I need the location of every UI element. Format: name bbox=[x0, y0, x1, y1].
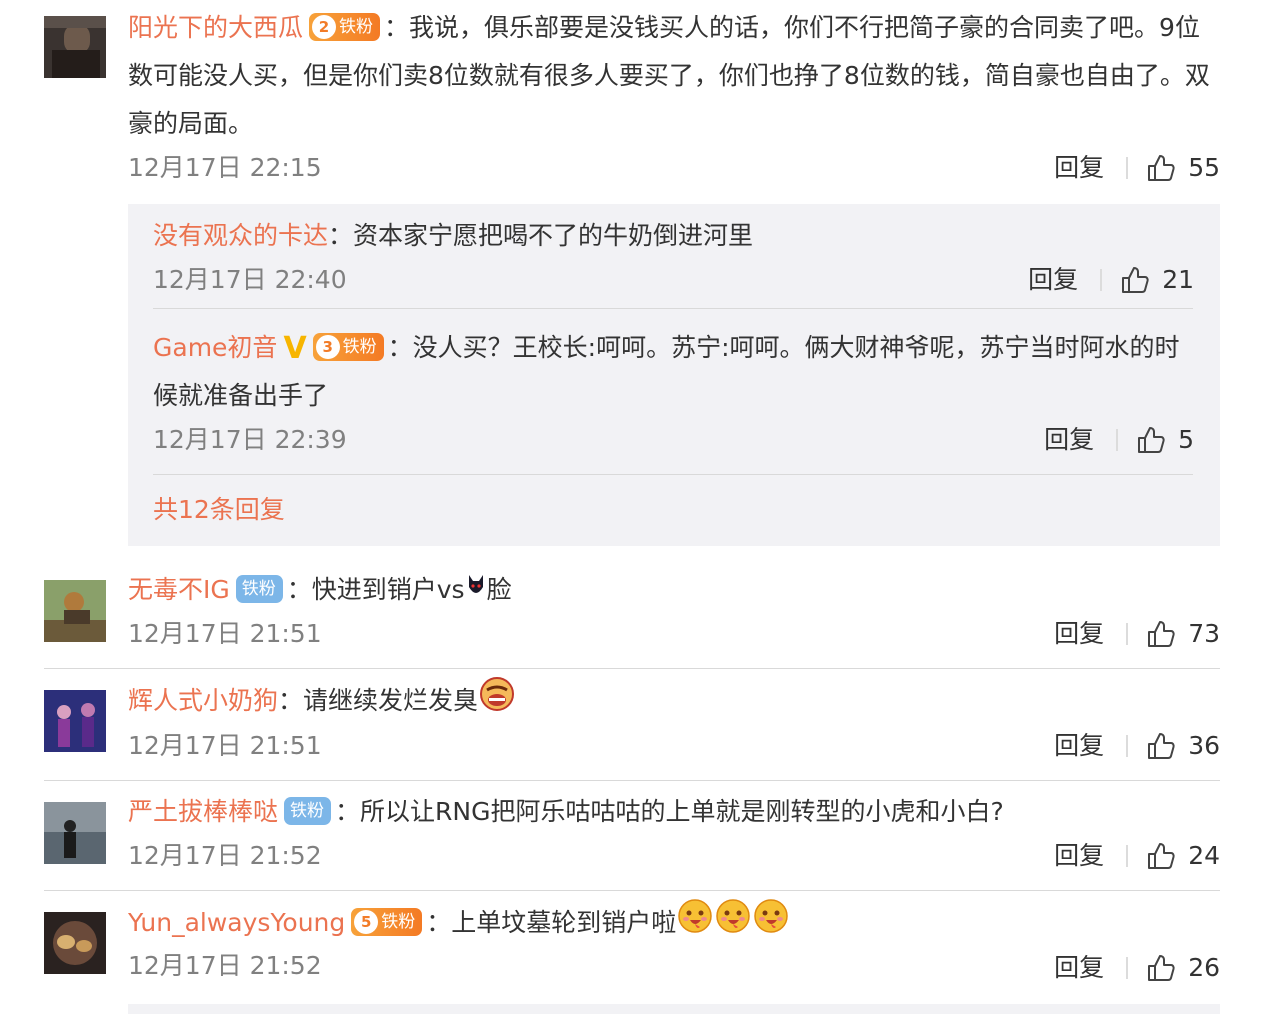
avatar[interactable] bbox=[44, 580, 106, 642]
like-count: 55 bbox=[1188, 153, 1220, 182]
reply-button[interactable]: 回复 bbox=[1054, 150, 1104, 186]
divider bbox=[1100, 269, 1103, 291]
divider bbox=[1116, 429, 1119, 451]
username-link[interactable]: 无毒不IG bbox=[128, 575, 230, 604]
like-button[interactable]: 36 bbox=[1146, 728, 1220, 764]
fan-badge[interactable]: 3 铁粉 bbox=[312, 333, 384, 361]
laugh-emoji bbox=[753, 898, 789, 950]
thumbs-up-icon bbox=[1148, 155, 1175, 181]
like-button[interactable]: 73 bbox=[1146, 616, 1220, 652]
reply-time: 12月17日 22:39 bbox=[153, 425, 347, 454]
reply-button[interactable]: 回复 bbox=[1044, 422, 1094, 458]
comment-time: 12月17日 21:51 bbox=[128, 731, 322, 760]
comment-divider bbox=[44, 668, 1220, 669]
comment-divider bbox=[44, 890, 1220, 891]
fan-badge[interactable]: 2 铁粉 bbox=[309, 13, 381, 41]
divider bbox=[1126, 957, 1129, 979]
like-count: 36 bbox=[1188, 731, 1220, 760]
like-button[interactable]: 5 bbox=[1136, 422, 1194, 458]
like-button[interactable]: 24 bbox=[1146, 838, 1220, 874]
like-button[interactable]: 55 bbox=[1146, 150, 1220, 186]
username-link[interactable]: Game初音 bbox=[153, 333, 277, 362]
like-count: 24 bbox=[1188, 841, 1220, 870]
laugh-emoji bbox=[715, 898, 751, 950]
reply-time: 12月17日 22:40 bbox=[153, 265, 347, 294]
like-count: 26 bbox=[1188, 953, 1220, 982]
comment-text: 无毒不IG 铁粉 ：快进到销户vs 脸 bbox=[128, 566, 512, 615]
like-count: 73 bbox=[1188, 619, 1220, 648]
iron-fan-badge[interactable]: 铁粉 bbox=[284, 797, 332, 825]
like-count: 21 bbox=[1162, 265, 1194, 294]
comment-text: 严土拔棒棒哒 铁粉 ：所以让RNG把阿乐咕咕咕的上单就是刚转型的小虎和小白? bbox=[128, 797, 1004, 826]
avatar[interactable] bbox=[44, 16, 106, 78]
divider bbox=[1126, 623, 1129, 645]
comment-time: 12月17日 21:51 bbox=[128, 619, 322, 648]
fan-badge[interactable]: 5 铁粉 bbox=[351, 908, 423, 936]
avatar[interactable] bbox=[44, 690, 106, 752]
verified-v-icon: V bbox=[283, 331, 307, 366]
username-link[interactable]: 严土拔棒棒哒 bbox=[128, 797, 278, 826]
reply-button[interactable]: 回复 bbox=[1054, 728, 1104, 764]
reply-button[interactable]: 回复 bbox=[1054, 616, 1104, 652]
thumbs-up-icon bbox=[1122, 267, 1149, 293]
comment-actions: 回复 24 bbox=[1054, 838, 1220, 874]
comment-actions: 回复 73 bbox=[1054, 616, 1220, 652]
thumbs-up-icon bbox=[1148, 843, 1175, 869]
comment-actions: 回复 55 bbox=[1054, 150, 1220, 186]
comment-text: 辉人式小奶狗：请继续发烂发臭 bbox=[128, 676, 516, 728]
comment-text: Yun_alwaysYoung 5 铁粉 ：上单坟墓轮到销户啦 bbox=[128, 898, 790, 950]
reply-divider bbox=[153, 474, 1193, 475]
reply-button[interactable]: 回复 bbox=[1054, 838, 1104, 874]
reply-button[interactable]: 回复 bbox=[1054, 950, 1104, 986]
comment-actions: 回复 36 bbox=[1054, 728, 1220, 764]
avatar[interactable] bbox=[44, 802, 106, 864]
comment-actions: 回复 26 bbox=[1054, 950, 1220, 986]
comment-time: 12月17日 22:15 bbox=[128, 153, 322, 182]
divider bbox=[1126, 157, 1129, 179]
comment-divider bbox=[44, 780, 1220, 781]
reply-text: Game初音 V 3 铁粉 ：没人买？王校长:呵呵。苏宁:呵呵。俩大财神爷呢，苏宁当时阿… bbox=[153, 331, 1180, 366]
thumbs-up-icon bbox=[1148, 733, 1175, 759]
thumbs-up-icon bbox=[1148, 621, 1175, 647]
more-replies-link[interactable]: 共12条回复 bbox=[153, 492, 285, 528]
vomit-emoji bbox=[479, 676, 515, 728]
avatar[interactable] bbox=[44, 912, 106, 974]
comment-text-line: 豪的局面。 bbox=[128, 109, 254, 138]
reply-actions: 回复 5 bbox=[1044, 422, 1194, 458]
comment-text: 阳光下的大西瓜 2 铁粉 ：我说，俱乐部要是没钱买人的话，你们不行把简子豪的合同卖了吧… bbox=[128, 13, 1200, 42]
like-button[interactable]: 26 bbox=[1146, 950, 1220, 986]
divider bbox=[1126, 735, 1129, 757]
username-link[interactable]: Yun_alwaysYoung bbox=[128, 908, 345, 937]
thumbs-up-icon bbox=[1148, 955, 1175, 981]
thumbs-up-icon bbox=[1138, 427, 1165, 453]
comment-time: 12月17日 21:52 bbox=[128, 841, 322, 870]
reply-actions: 回复 21 bbox=[1028, 262, 1194, 298]
iron-fan-badge[interactable]: 铁粉 bbox=[235, 575, 283, 603]
next-reply-box-edge bbox=[128, 1004, 1220, 1014]
comment-time: 12月17日 21:52 bbox=[128, 951, 322, 980]
reply-divider bbox=[153, 308, 1193, 309]
comment-text-line: 数可能没人买，但是你们卖8位数就有很多人要买了，你们也挣了8位数的钱，简自豪也自… bbox=[128, 61, 1210, 90]
reply-button[interactable]: 回复 bbox=[1028, 262, 1078, 298]
username-link[interactable]: 阳光下的大西瓜 bbox=[128, 13, 303, 42]
username-link[interactable]: 没有观众的卡达 bbox=[153, 221, 328, 250]
reply-text-line: 候就准备出手了 bbox=[153, 381, 329, 410]
reply-text: 没有观众的卡达：资本家宁愿把喝不了的牛奶倒进河里 bbox=[153, 221, 754, 250]
like-button[interactable]: 21 bbox=[1120, 262, 1194, 298]
devil-emoji bbox=[466, 567, 486, 615]
like-count: 5 bbox=[1178, 425, 1194, 454]
username-link[interactable]: 辉人式小奶狗 bbox=[128, 686, 278, 715]
divider bbox=[1126, 845, 1129, 867]
laugh-emoji bbox=[677, 898, 713, 950]
